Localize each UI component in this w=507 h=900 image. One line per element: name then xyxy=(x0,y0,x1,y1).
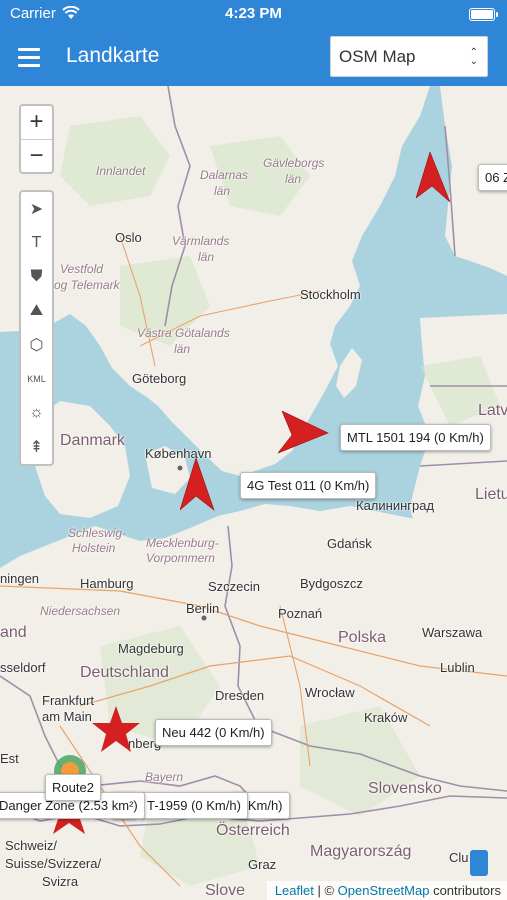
city-label-stockholm: Stockholm xyxy=(300,287,361,302)
region-label-vestfold: Vestfold xyxy=(60,262,103,276)
region-label-schleswig: Schleswig- xyxy=(68,526,127,540)
text-tool-icon[interactable]: T xyxy=(21,226,52,260)
vehicle-tooltip: MTL 1501 194 (0 Km/h) xyxy=(340,424,491,451)
navigation-arrow-icon[interactable]: ➤ xyxy=(21,192,52,226)
battery-icon xyxy=(469,8,498,21)
region-label-mecklenburg: Mecklenburg- xyxy=(146,536,219,550)
region-label-varmlands-lan: län xyxy=(198,250,215,264)
country-label-osterreich: Österreich xyxy=(216,822,290,839)
country-label-danmark: Danmark xyxy=(60,432,125,449)
city-label-poznan: Poznań xyxy=(278,606,323,621)
city-label-goteborg: Göteborg xyxy=(132,371,187,386)
region-label-vastra: Västra Götalands xyxy=(137,326,230,340)
city-label-lublin: Lublin xyxy=(440,660,475,675)
city-label-bydgoszcz: Bydgoszcz xyxy=(300,576,363,591)
vehicle-tooltip: 4G Test 011 (0 Km/h) xyxy=(240,472,377,499)
map-type-value: OSM Map xyxy=(339,47,416,66)
region-label-gavleborgs-lan: län xyxy=(285,172,302,186)
page-title: Landkarte xyxy=(66,44,160,67)
country-label-slove: Slove xyxy=(205,882,246,899)
region-label-bayern: Bayern xyxy=(145,770,184,784)
city-label-szczecin: Szczecin xyxy=(208,579,261,594)
draw-toolbar: ➤ T ⛊ ⛰ ⬡ KML ☼ ⇞ xyxy=(19,190,54,466)
tree-icon[interactable]: ⇞ xyxy=(21,430,52,464)
city-label-krakow: Kraków xyxy=(364,710,408,725)
city-label-hamburg: Hamburg xyxy=(80,576,134,591)
vehicle-marker-arrow-icon[interactable] xyxy=(416,152,450,204)
region-label-varmlands: Värmlands xyxy=(172,234,230,248)
zoom-control: + − xyxy=(19,104,54,174)
vehicle-marker-star-icon[interactable] xyxy=(90,704,142,756)
region-label-vorpommern: Vorpommern xyxy=(146,551,215,565)
city-label-gdansk: Gdańsk xyxy=(327,536,372,551)
menu-icon[interactable] xyxy=(18,48,40,68)
country-label-polska: Polska xyxy=(338,629,387,646)
country-label-svizra: Svizra xyxy=(42,874,79,889)
leaflet-link[interactable]: Leaflet xyxy=(275,883,314,898)
city-label-berlin: Berlin xyxy=(186,601,220,616)
clock: 4:23 PM xyxy=(225,5,282,22)
road-icon[interactable]: ⛰ xyxy=(21,294,52,328)
vehicle-tooltip: T-1959 (0 Km/h) xyxy=(140,792,248,819)
vehicle-marker-arrow-icon[interactable] xyxy=(278,411,330,455)
city-label-dresden: Dresden xyxy=(215,688,265,703)
region-label-vastra-lan: län xyxy=(174,342,191,356)
map-attribution: Leaflet | © OpenStreetMap contributors xyxy=(266,881,507,900)
select-arrows-icon: ⌃ ⌄ xyxy=(469,47,478,67)
region-label-innlandet: Innlandet xyxy=(96,164,146,178)
vehicle-tooltip: 06 Z xyxy=(478,164,507,191)
zoom-in-button[interactable]: + xyxy=(21,106,52,139)
map-view[interactable]: Innlandet Dalarnas län Gävleborgs län Os… xyxy=(0,86,507,900)
city-label-graz: Graz xyxy=(248,857,277,872)
city-label-am-main: am Main xyxy=(42,709,92,724)
osm-link[interactable]: OpenStreetMap xyxy=(338,883,430,898)
country-label-latvi: Latvi xyxy=(478,402,507,419)
country-label-suisse: Suisse/Svizzera/ xyxy=(5,856,102,871)
region-label-dalarnas: Dalarnas xyxy=(200,168,249,182)
city-label-ningen: ningen xyxy=(0,571,40,586)
attribution-suffix: contributors xyxy=(429,883,501,898)
country-label-lietu: Lietu xyxy=(475,486,507,503)
zoom-out-button[interactable]: − xyxy=(21,139,52,172)
city-label-oslo: Oslo xyxy=(115,230,142,245)
city-label-kaliningrad: Калининград xyxy=(356,498,435,513)
battery-fill xyxy=(471,10,493,19)
country-label-and: and xyxy=(0,624,27,641)
map-type-select[interactable]: OSM Map ⌃ ⌄ xyxy=(330,36,488,77)
sun-icon[interactable]: ☼ xyxy=(21,396,52,430)
vehicle-marker-arrow-icon[interactable] xyxy=(180,458,216,514)
city-label-sseldorf: sseldorf xyxy=(0,660,46,675)
kml-icon[interactable]: KML xyxy=(21,362,52,396)
region-label-holstein: Holstein xyxy=(72,541,116,555)
city-label-warszawa: Warszawa xyxy=(422,625,483,640)
country-label-deutschland: Deutschland xyxy=(80,664,169,681)
city-label-magdeburg: Magdeburg xyxy=(118,641,184,656)
vehicle-tooltip: Neu 442 (0 Km/h) xyxy=(155,719,272,746)
nav-bar: Landkarte OSM Map ⌃ ⌄ xyxy=(0,30,507,86)
country-label-magyarorszag: Magyarország xyxy=(310,843,412,860)
route-tooltip: Route2 xyxy=(45,774,101,801)
region-label-niedersachsen: Niedersachsen xyxy=(40,604,121,618)
attribution-separator: | © xyxy=(313,883,338,898)
city-label-clu: Clu xyxy=(449,850,469,865)
region-label-og-telemark: og Telemark xyxy=(54,278,120,292)
shield-icon[interactable]: ⛊ xyxy=(21,260,52,294)
city-label-wroclaw: Wrocław xyxy=(305,685,355,700)
region-label-dalarnas-lan: län xyxy=(214,184,231,198)
city-label-frankfurt: Frankfurt xyxy=(42,693,95,708)
polygon-icon[interactable]: ⬡ xyxy=(21,328,52,362)
city-label-est: Est xyxy=(0,751,19,766)
device-marker-icon[interactable] xyxy=(468,848,490,878)
region-label-gavleborgs: Gävleborgs xyxy=(263,156,325,170)
status-bar: Carrier 4:23 PM xyxy=(0,0,507,30)
country-label-schweiz: Schweiz/ xyxy=(5,838,58,853)
country-label-slovensko: Slovensko xyxy=(368,780,442,797)
